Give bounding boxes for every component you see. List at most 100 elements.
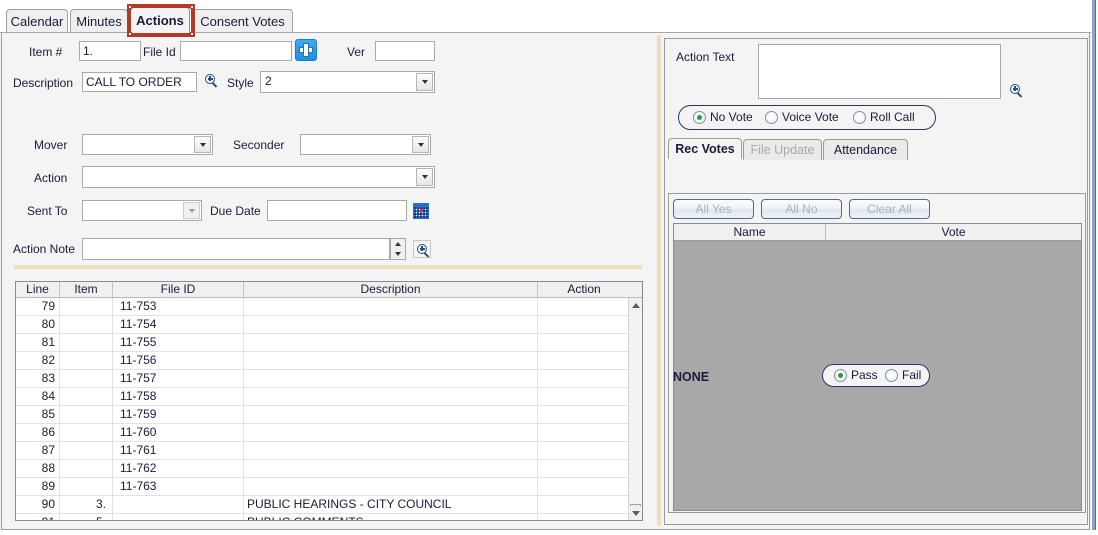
stepper-down-icon[interactable] — [395, 252, 401, 256]
grid-col-item[interactable]: Item — [60, 282, 113, 297]
tab-rec-votes[interactable]: Rec Votes — [668, 138, 742, 159]
grid-cell-line[interactable]: 82 — [16, 352, 60, 369]
scroll-down-arrow-icon[interactable] — [629, 506, 642, 520]
table-row[interactable]: 85 11-759 — [16, 406, 628, 424]
grid-cell-action[interactable] — [538, 478, 628, 495]
grid-cell-description[interactable] — [244, 316, 538, 333]
scroll-up-arrow-icon[interactable] — [629, 298, 642, 312]
description-input[interactable] — [82, 72, 197, 92]
grid-cell-description[interactable] — [244, 478, 538, 495]
grid-cell-description[interactable] — [244, 334, 538, 351]
file-id-input[interactable] — [180, 41, 292, 61]
all-no-button[interactable]: All No — [761, 199, 842, 219]
grid-cell-action[interactable] — [538, 370, 628, 387]
grid-cell-file-id[interactable]: 11-760 — [113, 424, 244, 441]
action-dropdown[interactable] — [82, 166, 435, 188]
grid-cell-action[interactable] — [538, 406, 628, 423]
grid-col-line[interactable]: Line — [16, 282, 60, 297]
tab-file-update[interactable]: File Update — [743, 139, 822, 160]
sent-to-dropdown[interactable] — [82, 200, 202, 221]
grid-cell-line[interactable]: 87 — [16, 442, 60, 459]
grid-cell-item[interactable] — [60, 352, 113, 369]
grid-cell-item[interactable] — [60, 388, 113, 405]
table-row[interactable]: 84 11-758 — [16, 388, 628, 406]
grid-cell-file-id[interactable]: 11-762 — [113, 460, 244, 477]
seconder-dropdown-chevron-down-icon[interactable] — [412, 136, 429, 153]
grid-cell-file-id[interactable]: 11-761 — [113, 442, 244, 459]
calendar-icon[interactable] — [413, 203, 429, 219]
grid-cell-action[interactable] — [538, 352, 628, 369]
grid-cell-item[interactable] — [60, 460, 113, 477]
grid-cell-file-id[interactable]: 11-759 — [113, 406, 244, 423]
grid-cell-description[interactable] — [244, 424, 538, 441]
grid-col-action[interactable]: Action — [538, 282, 630, 297]
grid-cell-line[interactable]: 90 — [16, 496, 60, 513]
grid-cell-file-id[interactable]: 11-763 — [113, 478, 244, 495]
grid-cell-line[interactable]: 79 — [16, 298, 60, 315]
table-row[interactable]: 80 11-754 — [16, 316, 628, 334]
grid-cell-line[interactable]: 80 — [16, 316, 60, 333]
grid-cell-file-id[interactable] — [113, 496, 244, 513]
grid-cell-action[interactable] — [538, 388, 628, 405]
grid-cell-item[interactable] — [60, 370, 113, 387]
tab-calendar[interactable]: Calendar — [6, 9, 68, 33]
grid-cell-description[interactable] — [244, 298, 538, 315]
action-text-search-icon[interactable] — [1010, 84, 1025, 99]
grid-cell-item[interactable]: 3. — [60, 496, 113, 513]
votes-col-vote[interactable]: Vote — [826, 224, 1081, 240]
table-row[interactable]: 88 11-762 — [16, 460, 628, 478]
grid-cell-description[interactable]: PUBLIC COMMENTS — [244, 514, 538, 520]
due-date-input[interactable] — [267, 200, 407, 221]
grid-cell-line[interactable]: 83 — [16, 370, 60, 387]
grid-cell-description[interactable] — [244, 388, 538, 405]
grid-cell-item[interactable] — [60, 406, 113, 423]
version-input[interactable] — [375, 41, 435, 61]
grid-cell-description[interactable] — [244, 442, 538, 459]
tab-minutes[interactable]: Minutes — [70, 9, 128, 33]
action-text-area[interactable] — [758, 44, 1001, 99]
grid-col-file-id[interactable]: File ID — [113, 282, 244, 297]
table-row[interactable]: 83 11-757 — [16, 370, 628, 388]
grid-cell-file-id[interactable] — [113, 514, 244, 520]
grid-cell-item[interactable] — [60, 316, 113, 333]
mover-dropdown[interactable] — [82, 134, 213, 155]
action-note-input[interactable] — [82, 238, 390, 260]
clear-all-button[interactable]: Clear All — [849, 199, 930, 219]
votes-col-name[interactable]: Name — [674, 224, 826, 240]
style-dropdown[interactable]: 2 — [260, 71, 435, 93]
grid-cell-item[interactable] — [60, 298, 113, 315]
grid-cell-file-id[interactable]: 11-755 — [113, 334, 244, 351]
description-search-icon[interactable] — [205, 74, 220, 89]
grid-cell-action[interactable] — [538, 460, 628, 477]
seconder-dropdown[interactable] — [300, 134, 431, 155]
stepper-up-icon[interactable] — [395, 242, 401, 246]
grid-cell-line[interactable]: 86 — [16, 424, 60, 441]
item-number-input[interactable] — [79, 41, 141, 61]
grid-cell-action[interactable] — [538, 424, 628, 441]
table-row[interactable]: 87 11-761 — [16, 442, 628, 460]
grid-cell-line[interactable]: 84 — [16, 388, 60, 405]
tab-actions[interactable]: Actions — [130, 7, 190, 33]
grid-cell-description[interactable] — [244, 460, 538, 477]
grid-cell-line[interactable]: 88 — [16, 460, 60, 477]
tab-consent-votes[interactable]: Consent Votes — [192, 9, 293, 33]
grid-cell-file-id[interactable]: 11-757 — [113, 370, 244, 387]
grid-cell-item[interactable] — [60, 334, 113, 351]
grid-cell-action[interactable] — [538, 496, 628, 513]
table-row[interactable]: 90 3. PUBLIC HEARINGS - CITY COUNCIL — [16, 496, 628, 514]
grid-cell-line[interactable]: 81 — [16, 334, 60, 351]
grid-cell-file-id[interactable]: 11-753 — [113, 298, 244, 315]
add-file-plus-icon[interactable] — [295, 39, 317, 61]
grid-cell-action[interactable] — [538, 334, 628, 351]
grid-cell-item[interactable] — [60, 442, 113, 459]
grid-cell-line[interactable]: 85 — [16, 406, 60, 423]
grid-cell-item[interactable] — [60, 478, 113, 495]
table-row[interactable]: 86 11-760 — [16, 424, 628, 442]
grid-col-description[interactable]: Description — [244, 282, 538, 297]
grid-cell-action[interactable] — [538, 298, 628, 315]
action-note-search-button[interactable] — [413, 240, 431, 258]
grid-cell-line[interactable]: 89 — [16, 478, 60, 495]
grid-cell-file-id[interactable]: 11-758 — [113, 388, 244, 405]
sent-to-dropdown-chevron-down-icon[interactable] — [183, 202, 200, 219]
style-dropdown-chevron-down-icon[interactable] — [416, 73, 433, 91]
